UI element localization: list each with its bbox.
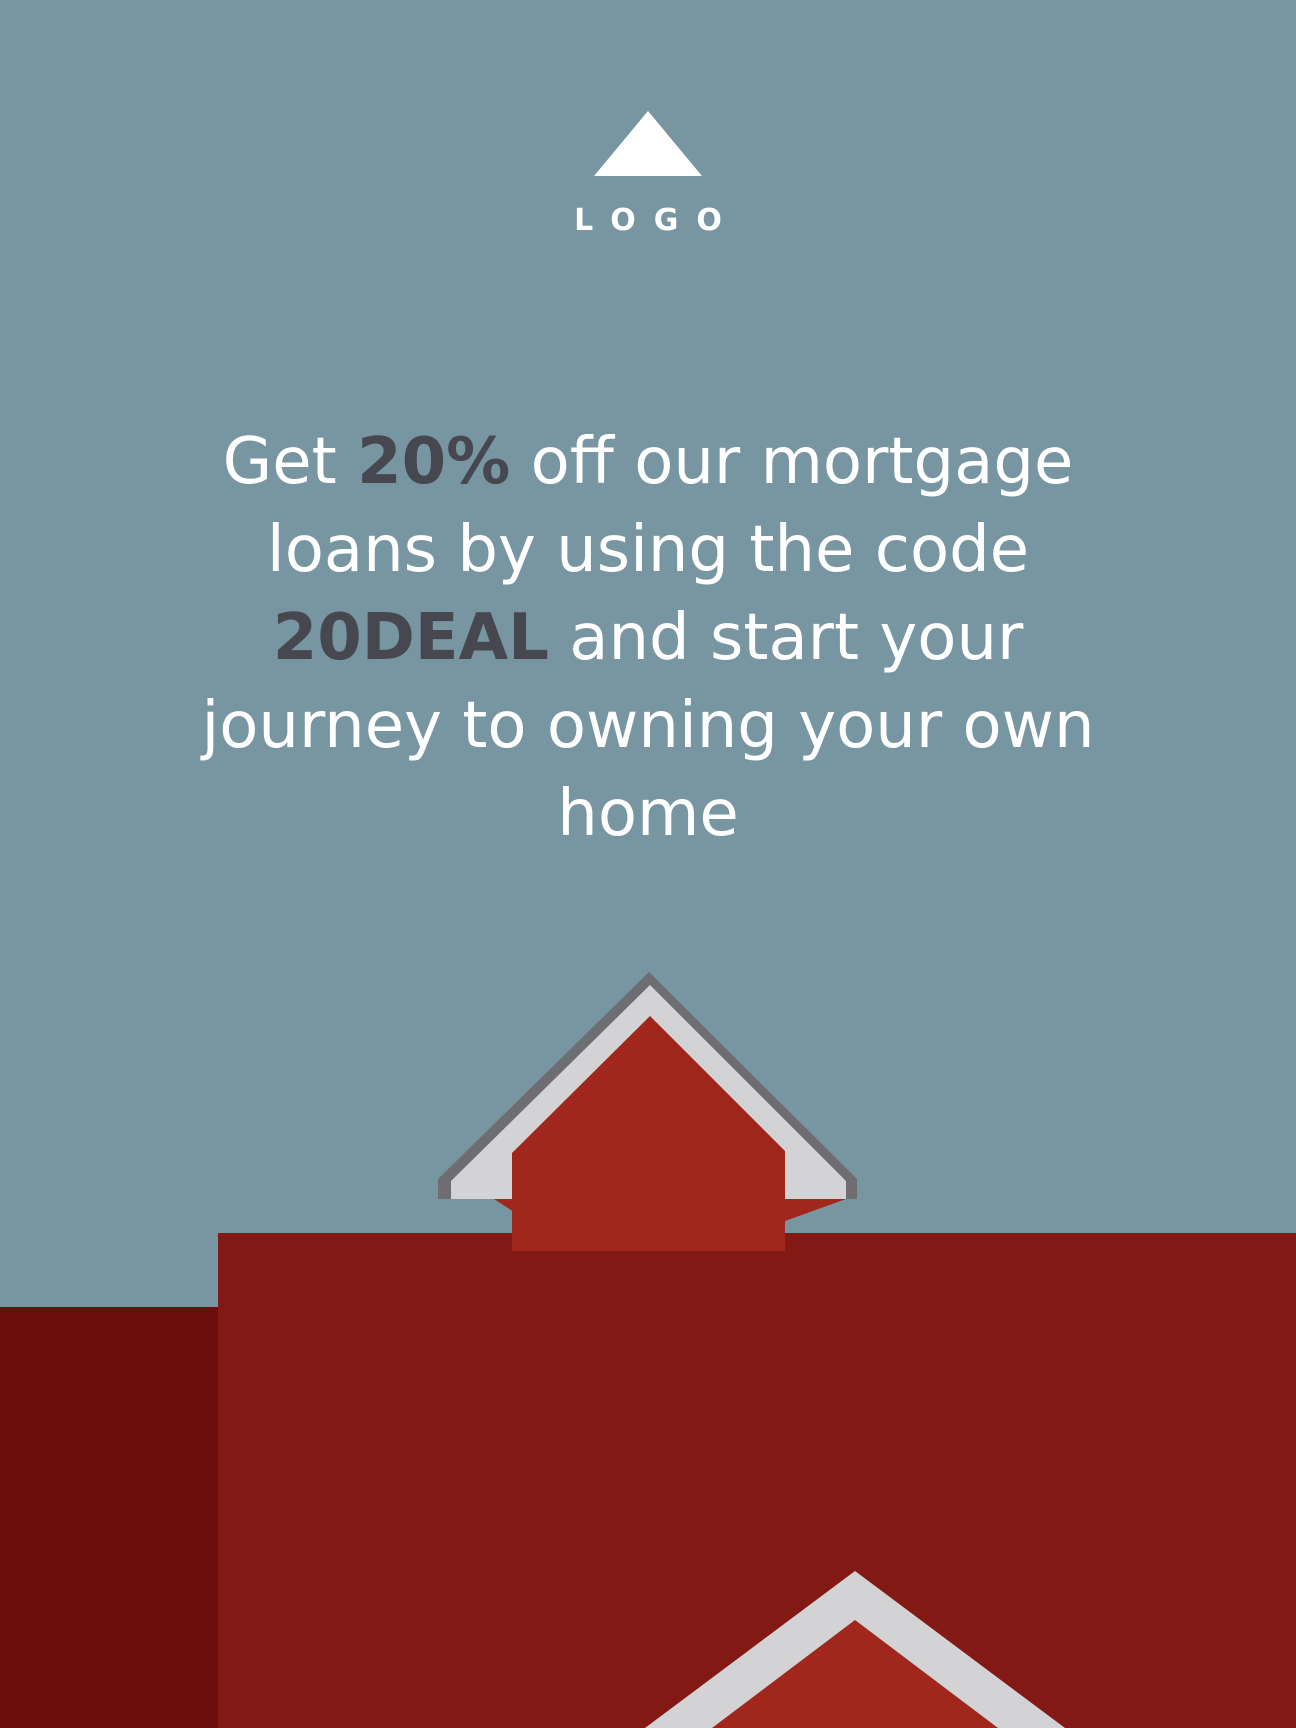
side-wall bbox=[0, 1307, 218, 1728]
dormer-under-eave-right bbox=[785, 1199, 846, 1221]
house-roof-illustration bbox=[0, 972, 1296, 1728]
dormer-gable bbox=[512, 1016, 785, 1251]
dormer-under-eave-left bbox=[494, 1199, 514, 1212]
